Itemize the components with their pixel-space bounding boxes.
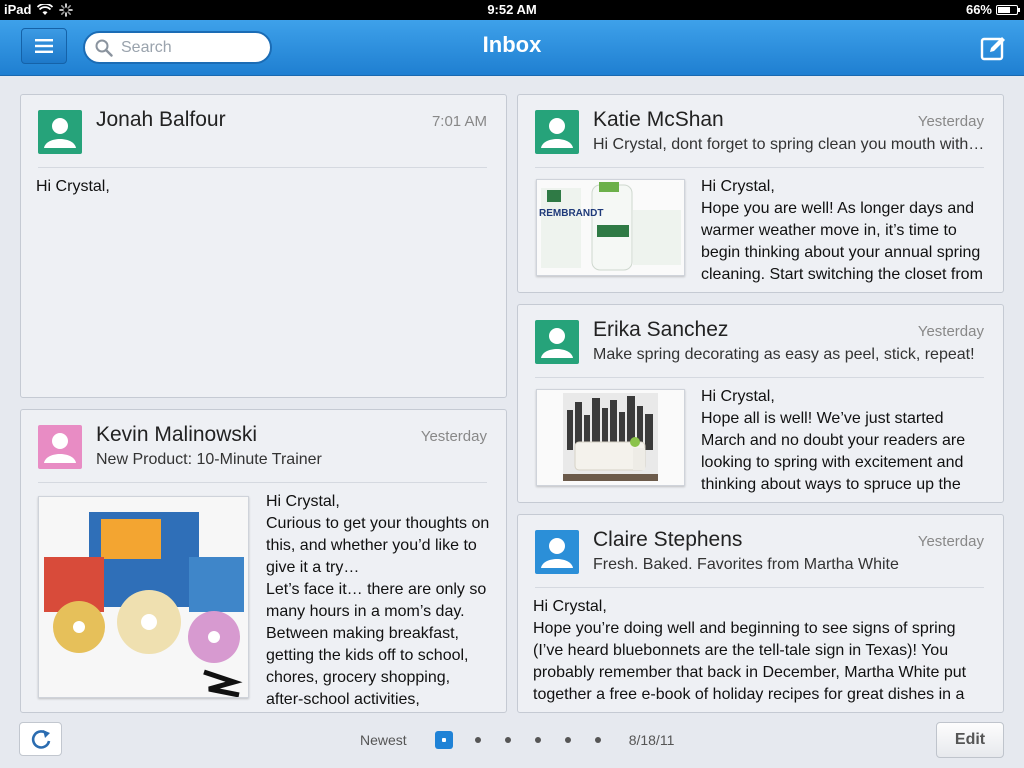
divider bbox=[535, 587, 984, 588]
person-icon bbox=[535, 320, 579, 364]
message-time: 7:01 AM bbox=[431, 113, 487, 130]
message-preview: Hi Crystal, Curious to get your thoughts… bbox=[266, 493, 490, 708]
page-dot-1[interactable] bbox=[434, 731, 453, 749]
product-thumbnail: REMBRANDT bbox=[536, 179, 685, 276]
message-card-katie[interactable]: Katie McShan Yesterday Hi Crystal, dont … bbox=[517, 94, 1004, 293]
sender-name: Kevin Malinowski bbox=[96, 423, 258, 446]
person-icon bbox=[535, 110, 579, 154]
person-icon bbox=[38, 425, 82, 469]
person-icon bbox=[535, 530, 579, 574]
decor-image-icon bbox=[537, 390, 684, 485]
sender-name: Erika Sanchez bbox=[593, 318, 729, 341]
sender-name: Katie McShan bbox=[593, 108, 724, 131]
message-subject: New Product: 10-Minute Trainer bbox=[96, 451, 322, 468]
product-thumbnail bbox=[38, 496, 249, 698]
status-time: 9:52 AM bbox=[487, 2, 537, 17]
divider bbox=[535, 377, 984, 378]
sort-label[interactable]: Newest bbox=[360, 732, 407, 748]
message-time: Yesterday bbox=[917, 113, 984, 130]
message-preview: Hi Crystal, Hope you’re doing well and b… bbox=[533, 598, 967, 703]
message-preview: Hi Crystal, Hope you are well! As longer… bbox=[701, 178, 983, 283]
compose-icon[interactable] bbox=[980, 34, 1008, 62]
thumbnail-brand-text: REMBRANDT bbox=[539, 208, 604, 219]
battery-icon bbox=[996, 4, 1020, 15]
message-time: Yesterday bbox=[420, 428, 487, 445]
message-card-kevin[interactable]: Kevin Malinowski Yesterday New Product: … bbox=[20, 409, 507, 713]
refresh-button[interactable] bbox=[19, 722, 62, 756]
message-time: Yesterday bbox=[917, 533, 984, 550]
pager: Newest 8/18/11 bbox=[360, 730, 674, 750]
message-subject: Fresh. Baked. Favorites from Martha Whit… bbox=[593, 556, 899, 573]
edit-button[interactable]: Edit bbox=[936, 722, 1004, 758]
battery-percent: 66% bbox=[965, 2, 992, 17]
message-time: Yesterday bbox=[917, 323, 984, 340]
page-dot-4[interactable] bbox=[534, 737, 541, 743]
refresh-icon bbox=[31, 730, 51, 749]
message-subject: Hi Crystal, dont forget to spring clean … bbox=[593, 136, 987, 153]
message-subject: Make spring decorating as easy as peel, … bbox=[593, 346, 975, 363]
page-dot-2[interactable] bbox=[474, 737, 481, 743]
page-title: Inbox bbox=[482, 32, 542, 57]
page-dot-3[interactable] bbox=[504, 737, 511, 743]
status-bar: iPad 9:52 AM 66% bbox=[0, 0, 1024, 20]
product-image-icon bbox=[39, 497, 248, 698]
pager-date: 8/18/11 bbox=[628, 732, 675, 748]
message-preview: Hi Crystal, Hope all is well! We’ve just… bbox=[701, 388, 966, 493]
decor-thumbnail bbox=[536, 389, 685, 486]
message-card-erika[interactable]: Erika Sanchez Yesterday Make spring deco… bbox=[517, 304, 1004, 503]
page-dot-6[interactable] bbox=[594, 737, 601, 743]
message-preview: Hi Crystal, bbox=[36, 178, 110, 195]
message-card-claire[interactable]: Claire Stephens Yesterday Fresh. Baked. … bbox=[517, 514, 1004, 713]
sender-name: Claire Stephens bbox=[593, 528, 743, 551]
product-image-icon bbox=[537, 180, 684, 275]
sender-name: Jonah Balfour bbox=[96, 108, 226, 131]
divider bbox=[535, 167, 984, 168]
divider bbox=[38, 482, 487, 483]
nav-bar: Search Inbox bbox=[0, 20, 1024, 76]
divider bbox=[38, 167, 487, 168]
page-dot-5[interactable] bbox=[564, 737, 571, 743]
person-icon bbox=[38, 110, 82, 154]
message-card-jonah[interactable]: Jonah Balfour 7:01 AM Hi Crystal, bbox=[20, 94, 507, 398]
